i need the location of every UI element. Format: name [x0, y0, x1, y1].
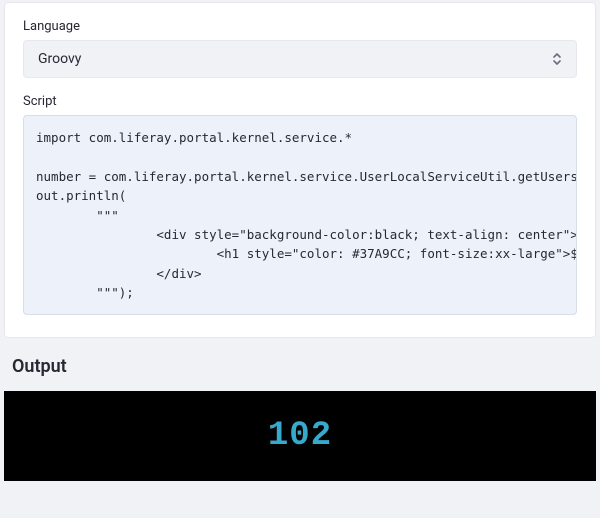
script-textarea[interactable]: import com.liferay.portal.kernel.service… — [23, 115, 577, 315]
output-area: 102 — [4, 391, 596, 481]
output-result: 102 — [4, 417, 596, 455]
language-select-value: Groovy — [38, 51, 552, 67]
language-label: Language — [23, 19, 577, 34]
script-label: Script — [23, 94, 577, 109]
language-select[interactable]: Groovy — [23, 40, 577, 78]
sort-icon — [552, 52, 562, 66]
output-heading: Output — [0, 348, 600, 391]
script-console-panel: Language Groovy Script import com.lifera… — [4, 2, 596, 338]
